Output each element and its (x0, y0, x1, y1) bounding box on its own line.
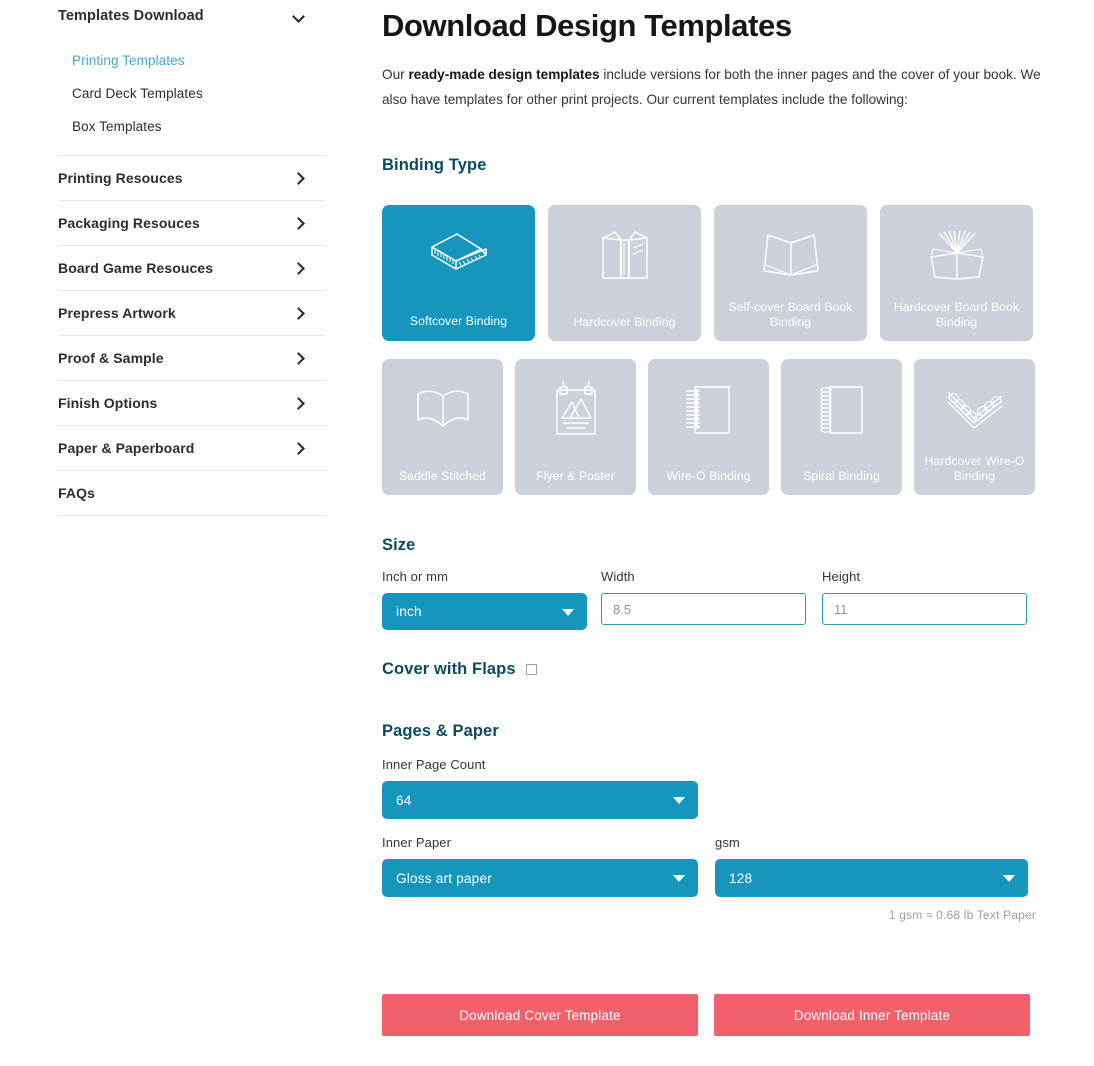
chevron-right-icon[interactable] (294, 172, 304, 184)
sidebar-item-label: Prepress Artwork (58, 305, 176, 321)
open-book-icon (382, 359, 503, 461)
wire-o-notebook-icon (648, 359, 769, 461)
inner-paper-field: Inner Paper Gloss art paper (382, 835, 698, 897)
sidebar-item-printing-resouces[interactable]: Printing Resouces (58, 156, 326, 201)
unit-label: Inch or mm (382, 569, 449, 584)
sidebar-item-board-game-resouces[interactable]: Board Game Resouces (58, 246, 326, 291)
height-input[interactable] (822, 593, 1027, 625)
binding-card-spiral-binding[interactable]: Spiral Binding (781, 359, 902, 495)
sidebar-item-label: Proof & Sample (58, 350, 164, 366)
sidebar-item-label: Board Game Resouces (58, 260, 214, 276)
sidebar-group-label: Templates Download (58, 8, 204, 24)
gsm-field: gsm 128 (715, 835, 1028, 897)
chevron-down-icon (673, 875, 685, 882)
binding-card-label: Hardcover Binding (573, 315, 676, 329)
binding-card-label: Wire-O Binding (666, 469, 751, 483)
sidebar-nav: Templates Download Printing Templates Ca… (0, 0, 340, 1066)
binding-card-self-cover-board-book-binding[interactable]: Self-cover Board Book Binding (714, 205, 867, 341)
binding-card-flyer-and-poster[interactable]: Flyer & Poster (515, 359, 636, 495)
unit-select[interactable]: inch (382, 593, 587, 630)
sidebar-item-faqs[interactable]: FAQs (58, 471, 326, 516)
width-field: Width (601, 569, 806, 630)
chevron-down-icon (673, 797, 685, 804)
gsm-label: gsm (715, 835, 740, 850)
height-label: Height (822, 569, 861, 584)
gsm-value: 128 (729, 870, 753, 886)
height-field: Height (822, 569, 1027, 630)
binding-card-hardcover-wire-o-binding[interactable]: Hardcover Wire-O Binding (914, 359, 1035, 495)
width-input[interactable] (601, 593, 806, 625)
sidebar-item-finish-options[interactable]: Finish Options (58, 381, 326, 426)
sidebar-item-label: Packaging Resouces (58, 215, 200, 231)
binding-card-label: Softcover Binding (409, 314, 508, 328)
unit-field: Inch or mm inch (382, 569, 587, 630)
download-inner-template-button[interactable]: Download Inner Template (714, 994, 1030, 1036)
open-board-book-icon (714, 205, 867, 307)
hardcover-book-icon (548, 205, 701, 307)
sidebar-item-label: Printing Resouces (58, 170, 183, 186)
gsm-conversion-note: 1 gsm ≈ 0.68 lb Text Paper (888, 908, 1036, 922)
cover-with-flaps-checkbox[interactable] (525, 664, 537, 675)
binding-card-wire-o-binding[interactable]: Wire-O Binding (648, 359, 769, 495)
inner-page-count-value: 64 (396, 792, 412, 808)
intro-pre: Our (382, 67, 409, 82)
sidebar-item-printing-templates[interactable]: Printing Templates (72, 44, 326, 77)
binding-card-label: Flyer & Poster (536, 469, 615, 483)
sidebar-item-label: FAQs (58, 485, 95, 501)
download-buttons: Download Cover Template Download Inner T… (382, 994, 1054, 1036)
binding-card-softcover-binding[interactable]: Softcover Binding (382, 205, 535, 341)
chevron-down-icon (1003, 875, 1015, 882)
paper-fields: Inner Paper Gloss art paper gsm 128 (382, 835, 1054, 897)
gsm-select[interactable]: 128 (715, 859, 1028, 897)
width-label: Width (601, 569, 635, 584)
main-content: Download Design Templates Our ready-made… (382, 0, 1054, 1036)
binding-card-label: Saddle Stitched (399, 469, 486, 483)
sidebar-item-paper-and-paperboard[interactable]: Paper & Paperboard (58, 426, 326, 471)
softcover-book-icon (382, 205, 535, 307)
binding-type-options-row-2: Saddle Stitched Flyer & Poster Wire-O Bi… (382, 359, 1054, 495)
chevron-right-icon[interactable] (294, 397, 304, 409)
sidebar-item-card-deck-templates[interactable]: Card Deck Templates (72, 77, 326, 110)
chevron-right-icon[interactable] (294, 262, 304, 274)
cover-with-flaps-label: Cover with Flaps (382, 660, 516, 678)
fanned-board-book-icon (880, 205, 1033, 307)
inner-page-count-label: Inner Page Count (382, 757, 486, 772)
chevron-right-icon[interactable] (294, 307, 304, 319)
chevron-right-icon[interactable] (294, 352, 304, 364)
size-fields: Inch or mm inch Width Height (382, 569, 1054, 630)
binding-card-hardcover-binding[interactable]: Hardcover Binding (548, 205, 701, 341)
hardcover-wire-o-icon (914, 359, 1035, 461)
pages-and-paper-heading: Pages & Paper (382, 722, 499, 740)
sidebar-item-packaging-resouces[interactable]: Packaging Resouces (58, 201, 326, 246)
sidebar-item-templates-download[interactable]: Templates Download (58, 0, 326, 28)
poster-icon (515, 359, 636, 461)
inner-page-count-select[interactable]: 64 (382, 781, 698, 819)
sidebar-item-box-templates[interactable]: Box Templates (72, 110, 326, 143)
inner-paper-label: Inner Paper (382, 835, 452, 850)
chevron-down-icon (562, 608, 574, 616)
spiral-notebook-icon (781, 359, 902, 461)
download-cover-template-button[interactable]: Download Cover Template (382, 994, 698, 1036)
sidebar-item-label: Finish Options (58, 395, 158, 411)
binding-card-label: Spiral Binding (803, 469, 880, 483)
chevron-right-icon[interactable] (294, 217, 304, 229)
inner-paper-value: Gloss art paper (396, 870, 492, 886)
intro-bold: ready-made design templates (408, 67, 600, 82)
chevron-right-icon[interactable] (294, 442, 304, 454)
sidebar-item-prepress-artwork[interactable]: Prepress Artwork (58, 291, 326, 336)
inner-paper-select[interactable]: Gloss art paper (382, 859, 698, 897)
binding-card-saddle-stitched[interactable]: Saddle Stitched (382, 359, 503, 495)
size-heading: Size (382, 536, 416, 554)
binding-type-options-row-1: Softcover Binding Hardcover Binding Self… (382, 205, 1054, 341)
binding-card-hardcover-board-book-binding[interactable]: Hardcover Board Book Binding (880, 205, 1033, 341)
sidebar-item-label: Paper & Paperboard (58, 440, 195, 456)
page-title: Download Design Templates (382, 8, 792, 43)
chevron-down-icon[interactable] (293, 12, 306, 20)
binding-type-heading: Binding Type (382, 156, 487, 174)
intro-paragraph: Our ready-made design templates include … (382, 62, 1042, 112)
cover-with-flaps-row: Cover with Flaps (382, 660, 1054, 679)
sidebar-subitems: Printing Templates Card Deck Templates B… (58, 28, 326, 143)
sidebar-item-proof-and-sample[interactable]: Proof & Sample (58, 336, 326, 381)
unit-selected-value: inch (396, 604, 422, 619)
